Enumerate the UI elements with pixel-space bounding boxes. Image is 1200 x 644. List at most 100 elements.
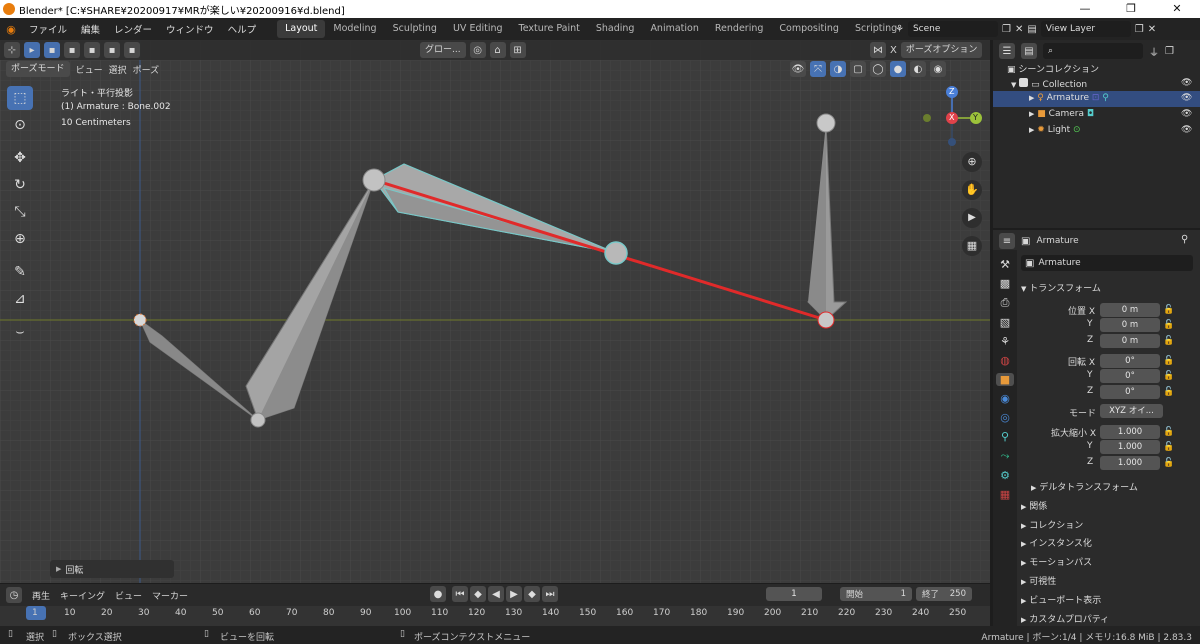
menu-edit[interactable]: 編集	[81, 22, 100, 36]
last-operation-panel[interactable]: ▶ 回転	[50, 560, 174, 578]
outliner-editor-icon[interactable]: ☰	[999, 43, 1015, 59]
tab-modeling[interactable]: Modeling	[325, 20, 384, 38]
tool-tab-icon[interactable]: ⚒	[1000, 258, 1010, 271]
output-tab-icon[interactable]: ⎙	[1001, 296, 1010, 310]
maximize-button[interactable]: ❐	[1108, 0, 1154, 18]
wireframe-shading-icon[interactable]: ◯	[870, 61, 886, 77]
select-invert-icon[interactable]: ▪	[104, 42, 120, 58]
armature-data-icon[interactable]: ⊡	[1092, 93, 1100, 103]
outliner-item-camera[interactable]: ▶ ■ Camera ◘	[1029, 109, 1094, 119]
lock-icon[interactable]: 🔓	[1163, 320, 1174, 330]
lock-icon[interactable]: 🔓	[1163, 305, 1174, 315]
menu-render[interactable]: レンダー	[114, 22, 152, 36]
annotate-tool-icon[interactable]: ✎	[7, 260, 33, 284]
3d-viewport[interactable]: ライト・平行投影 (1) Armature : Bone.002 10 Cent…	[0, 40, 990, 583]
transform-orientation-dropdown[interactable]: グロー...	[420, 42, 466, 58]
play-icon[interactable]: ▶	[506, 586, 522, 602]
scale-tool-icon[interactable]: ⤡	[7, 200, 33, 224]
custom-properties-panel[interactable]: ▶ カスタムプロパティ	[1021, 612, 1109, 625]
lock-icon[interactable]: 🔓	[1163, 387, 1174, 397]
location-z-field[interactable]: 0 m	[1100, 334, 1160, 348]
timeline-view-menu[interactable]: ビュー	[115, 589, 142, 602]
rotation-y-field[interactable]: 0°	[1100, 369, 1160, 383]
viewport-canvas[interactable]	[0, 40, 990, 583]
select-tool-icon[interactable]: ▸	[24, 42, 40, 58]
world-tab-icon[interactable]: ◍	[1000, 354, 1010, 367]
tab-animation[interactable]: Animation	[642, 20, 706, 38]
blender-menu-icon[interactable]: ◉	[0, 23, 22, 36]
new-collection-icon[interactable]: ❐	[1165, 46, 1174, 57]
select-extend-icon[interactable]: ▪	[64, 42, 80, 58]
playback-menu[interactable]: 再生	[32, 589, 50, 602]
new-view-layer-icon[interactable]: ❐	[1135, 24, 1144, 35]
overlay-toggle-icon[interactable]: ◑	[830, 61, 846, 77]
transform-panel-header[interactable]: ▼ トランスフォーム	[1021, 281, 1101, 294]
select-subtract-icon[interactable]: ▪	[84, 42, 100, 58]
tab-layout[interactable]: Layout	[277, 20, 326, 38]
timeline-editor-icon[interactable]: ◷	[6, 587, 22, 603]
visibility-eye-icon[interactable]: 👁	[1181, 93, 1192, 103]
bend-tool-icon[interactable]: ⌣	[7, 320, 33, 344]
snap-target-icon[interactable]: ⊞	[509, 42, 526, 58]
xray-icon[interactable]: ▢	[850, 61, 866, 77]
scale-z-field[interactable]: 1.000	[1100, 456, 1160, 470]
view-layer-icon[interactable]: ▤	[1027, 24, 1036, 35]
ortho-toggle-icon[interactable]: ▦	[962, 236, 982, 256]
prev-keyframe-icon[interactable]: ◆	[470, 586, 486, 602]
editor-type-icon[interactable]: ⊹	[4, 42, 20, 58]
object-tab-icon[interactable]: ■	[996, 373, 1014, 386]
relations-panel[interactable]: ▶ 関係	[1021, 499, 1047, 512]
modifier-tab-icon[interactable]: ◉	[1000, 392, 1010, 405]
next-keyframe-icon[interactable]: ◆	[524, 586, 540, 602]
start-frame-field[interactable]: 開始 1	[840, 587, 912, 601]
outliner-item-collection[interactable]: ▼ ▭ Collection	[1011, 78, 1087, 90]
instancing-panel[interactable]: ▶ インスタンス化	[1021, 536, 1092, 549]
camera-data-icon[interactable]: ◘	[1087, 109, 1094, 119]
scene-selector[interactable]: Scene	[907, 21, 998, 37]
lock-icon[interactable]: 🔓	[1163, 427, 1174, 437]
location-x-field[interactable]: 0 m	[1100, 303, 1160, 317]
outliner-search-input[interactable]: ⌕	[1043, 43, 1143, 59]
lock-icon[interactable]: 🔓	[1163, 356, 1174, 366]
tab-compositing[interactable]: Compositing	[771, 20, 847, 38]
x-mirror-icon[interactable]: ⋈	[870, 42, 886, 58]
transform-tool-icon[interactable]: ⊕	[7, 227, 33, 251]
menu-file[interactable]: ファイル	[29, 22, 67, 36]
location-y-field[interactable]: 0 m	[1100, 318, 1160, 332]
object-name-field[interactable]: ▣ Armature	[1021, 255, 1193, 271]
visibility-eye-icon[interactable]: 👁	[1181, 125, 1192, 135]
select-box-tool-icon[interactable]: ⬚	[7, 86, 33, 110]
tab-shading[interactable]: Shading	[588, 20, 643, 38]
solid-shading-icon[interactable]: ●	[890, 61, 906, 77]
light-data-icon[interactable]: ⊙	[1073, 125, 1081, 135]
scene-tab-icon[interactable]: ⚘	[1000, 335, 1010, 348]
pivot-point-icon[interactable]: ◎	[469, 42, 486, 58]
rendered-shading-icon[interactable]: ◉	[930, 61, 946, 77]
outliner-item-light[interactable]: ▶ ✹ Light ⊙	[1029, 125, 1081, 135]
scene-icon[interactable]: ⚘	[895, 24, 904, 35]
rotate-tool-icon[interactable]: ↻	[7, 173, 33, 197]
outliner-scene-collection[interactable]: ▣ シーンコレクション	[1007, 62, 1099, 75]
menu-help[interactable]: ヘルプ	[228, 22, 257, 36]
select-new-icon[interactable]: ▪	[44, 42, 60, 58]
pose-options-dropdown[interactable]: ポーズオプション	[900, 42, 983, 58]
camera-view-icon[interactable]: ▶	[962, 208, 982, 228]
zoom-icon[interactable]: ⊕	[962, 152, 982, 172]
display-mode-icon[interactable]: ▤	[1021, 43, 1037, 59]
filter-icon[interactable]: ⏚	[1149, 44, 1159, 59]
visibility-eye-icon[interactable]: 👁	[1181, 78, 1192, 88]
lock-icon[interactable]: 🔓	[1163, 458, 1174, 468]
menu-pose[interactable]: ポーズ	[133, 63, 160, 76]
lock-icon[interactable]: 🔓	[1163, 371, 1174, 381]
properties-editor-icon[interactable]: ≡	[999, 233, 1015, 249]
lock-icon[interactable]: 🔓	[1163, 336, 1174, 346]
pan-hand-icon[interactable]: ✋	[962, 180, 982, 200]
minimize-button[interactable]: —	[1062, 0, 1108, 18]
tab-texture-paint[interactable]: Texture Paint	[511, 20, 588, 38]
checkbox-icon[interactable]	[1019, 78, 1029, 87]
menu-select[interactable]: 選択	[109, 63, 127, 76]
new-scene-icon[interactable]: ❐	[1002, 24, 1011, 35]
constraint-tab-icon[interactable]: ⚲	[1001, 430, 1009, 443]
motion-paths-panel[interactable]: ▶ モーションパス	[1021, 555, 1092, 568]
jump-start-icon[interactable]: ⏮	[452, 586, 468, 602]
